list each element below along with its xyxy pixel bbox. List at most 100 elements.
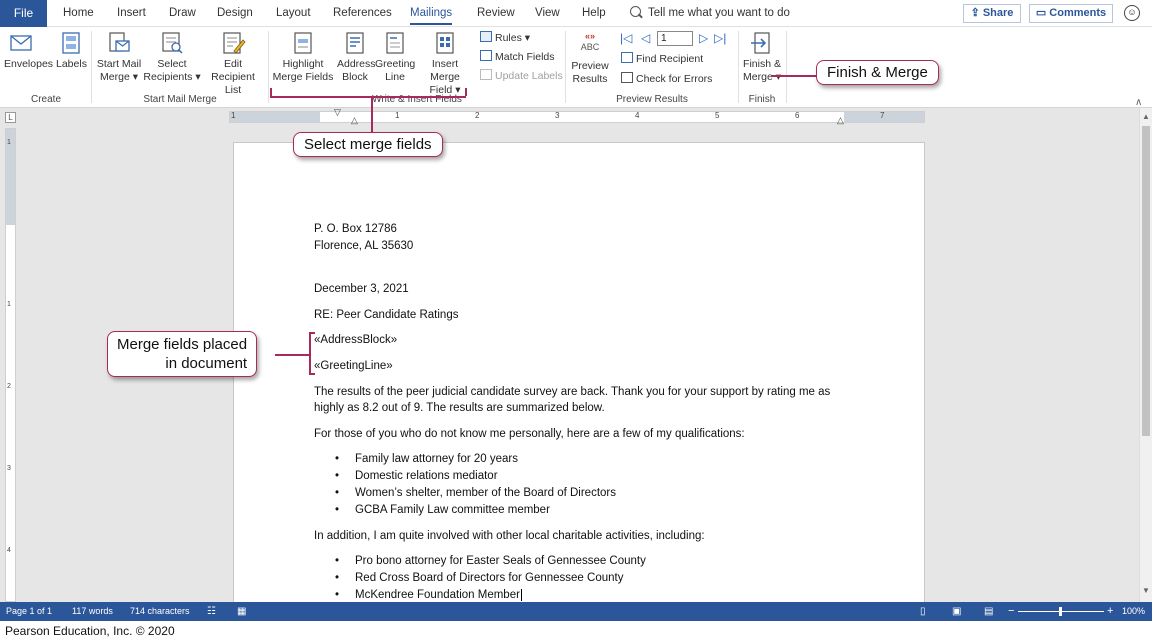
first-line-indent-marker[interactable]: ▽	[334, 107, 341, 118]
envelope-icon	[10, 35, 32, 51]
tab-layout[interactable]: Layout	[276, 0, 311, 27]
labels-icon	[62, 32, 80, 54]
select-recipients-button[interactable]: Select Recipients ▾	[143, 31, 201, 84]
first-record-icon[interactable]: |◁	[620, 31, 632, 45]
callout-bracket-left	[270, 88, 272, 96]
group-separator	[268, 31, 269, 103]
check-errors-label: Check for Errors	[636, 73, 713, 85]
insert-merge-field-label-1: Insert Merge	[430, 58, 460, 83]
next-record-icon[interactable]: ▷	[699, 31, 708, 45]
greeting-line-button[interactable]: Greeting Line	[375, 31, 415, 84]
check-errors-icon	[621, 72, 633, 83]
highlight-merge-fields-button[interactable]: Highlight Merge Fields	[272, 31, 334, 84]
vertical-scrollbar[interactable]: ▲ ▼	[1139, 108, 1152, 602]
envelopes-button[interactable]: Envelopes	[4, 31, 53, 71]
ruler-number: 1	[395, 111, 400, 120]
tab-selector[interactable]: L	[5, 112, 16, 123]
callout-leader-finish	[772, 75, 816, 77]
ribbon: Envelopes Labels Create Start Mail Merge…	[0, 27, 1152, 108]
preview-results-label-2: Results	[572, 73, 608, 85]
select-recipients-icon	[162, 32, 183, 54]
find-recipient-button[interactable]: Find Recipient	[621, 52, 703, 66]
macro-icon[interactable]: ▦	[237, 602, 246, 621]
check-for-errors-button[interactable]: Check for Errors	[621, 72, 712, 86]
tab-home[interactable]: Home	[63, 0, 94, 27]
zoom-level[interactable]: 100%	[1122, 602, 1145, 621]
greeting-line-field[interactable]: «GreetingLine»	[314, 360, 393, 372]
web-layout-icon[interactable]: ▤	[984, 602, 993, 621]
page-count[interactable]: Page 1 of 1	[6, 602, 52, 621]
share-icon: ⇪	[970, 7, 983, 19]
rules-button[interactable]: Rules ▾	[480, 31, 530, 45]
tab-insert[interactable]: Insert	[117, 0, 146, 27]
callout-placed-line-2: in document	[165, 355, 248, 372]
search-icon	[630, 6, 641, 17]
group-label-preview-results: Preview Results	[616, 94, 688, 105]
match-fields-label: Match Fields	[495, 51, 555, 63]
zoom-out-icon[interactable]: −	[1008, 602, 1014, 621]
group-separator	[738, 31, 739, 103]
tab-file[interactable]: File	[0, 0, 47, 27]
update-labels-button[interactable]: Update Labels	[480, 69, 563, 83]
address-line-2: Florence, AL 35630	[314, 240, 414, 252]
vertical-ruler[interactable]: 1 1 2 3 4	[5, 128, 16, 602]
tab-references[interactable]: References	[333, 0, 392, 27]
comments-label: Comments	[1049, 7, 1107, 19]
edit-recipient-list-button[interactable]: Edit Recipient List	[202, 31, 264, 97]
callout-bracket-placed-top	[309, 332, 315, 334]
highlight-label-1: Highlight	[282, 58, 324, 70]
status-bar: Page 1 of 1 117 words 714 characters ☷ ▦…	[0, 602, 1152, 621]
labels-button[interactable]: Labels	[56, 31, 87, 71]
tell-me-box[interactable]: Tell me what you want to do	[630, 0, 790, 27]
start-mail-merge-button[interactable]: Start Mail Merge ▾	[95, 31, 143, 84]
date-line: December 3, 2021	[314, 283, 409, 295]
scroll-down-icon[interactable]: ▼	[1142, 586, 1150, 595]
find-recipient-label: Find Recipient	[636, 53, 704, 65]
previous-record-icon[interactable]: ◁	[641, 31, 650, 45]
greeting-line-label-1: Greeting	[375, 58, 416, 70]
right-indent-marker[interactable]: △	[837, 115, 844, 126]
select-recipients-label-2: Recipients ▾	[143, 71, 201, 83]
comments-button[interactable]: ▭ Comments	[1029, 4, 1113, 23]
tab-review[interactable]: Review	[477, 0, 515, 27]
ruler-left-margin	[230, 112, 320, 122]
callout-bracket-placed	[309, 332, 311, 374]
share-button[interactable]: ⇪ Share	[963, 4, 1021, 23]
read-mode-icon[interactable]: ▯	[920, 602, 926, 621]
preview-results-label-1: Preview	[571, 60, 609, 72]
print-layout-icon[interactable]: ▣	[952, 602, 961, 621]
preview-results-button[interactable]: «» ABC Preview Results	[568, 31, 612, 86]
callout-leader-placed	[275, 354, 309, 356]
horizontal-ruler[interactable]: 1 1 2 3 4 5 6 7 ▽ △ △	[229, 107, 925, 126]
zoom-slider-thumb[interactable]	[1059, 607, 1062, 616]
finish-merge-label-1: Finish &	[743, 58, 781, 70]
ribbon-tab-bar: File Home Insert Draw Design Layout Refe…	[0, 0, 1152, 27]
address-block-button[interactable]: Address Block	[337, 31, 376, 84]
highlight-label-2: Merge Fields	[272, 71, 334, 83]
scroll-up-icon[interactable]: ▲	[1142, 112, 1150, 121]
tab-mailings[interactable]: Mailings	[410, 0, 453, 27]
tab-help[interactable]: Help	[582, 0, 606, 27]
update-labels-label: Update Labels	[495, 70, 563, 82]
feedback-smiley-icon[interactable]: ☺	[1124, 5, 1140, 21]
edit-recipient-list-label-2: Recipient List	[211, 71, 255, 96]
left-indent-marker[interactable]: △	[351, 115, 358, 126]
find-recipient-icon	[621, 52, 633, 63]
horizontal-ruler-row: L 1 1 2 3 4 5 6 7 ▽ △ △	[0, 107, 1152, 128]
address-block-field[interactable]: «AddressBlock»	[314, 334, 397, 346]
tab-draw[interactable]: Draw	[169, 0, 196, 27]
last-record-icon[interactable]: ▷|	[714, 31, 726, 45]
tab-design[interactable]: Design	[217, 0, 253, 27]
proofing-icon[interactable]: ☷	[207, 602, 216, 621]
zoom-in-icon[interactable]: +	[1107, 602, 1113, 621]
subject-line: RE: Peer Candidate Ratings	[314, 309, 459, 321]
match-fields-button[interactable]: Match Fields	[480, 50, 555, 64]
collapse-ribbon-icon[interactable]: ∧	[1135, 97, 1142, 108]
ruler-number: 5	[715, 111, 720, 120]
record-number-input[interactable]: 1	[657, 31, 693, 46]
tab-view[interactable]: View	[535, 0, 560, 27]
insert-merge-field-icon	[436, 32, 454, 54]
word-count[interactable]: 117 words	[72, 602, 113, 621]
document-page[interactable]: P. O. Box 12786 Florence, AL 35630 Decem…	[233, 142, 925, 602]
scroll-thumb[interactable]	[1142, 126, 1150, 436]
